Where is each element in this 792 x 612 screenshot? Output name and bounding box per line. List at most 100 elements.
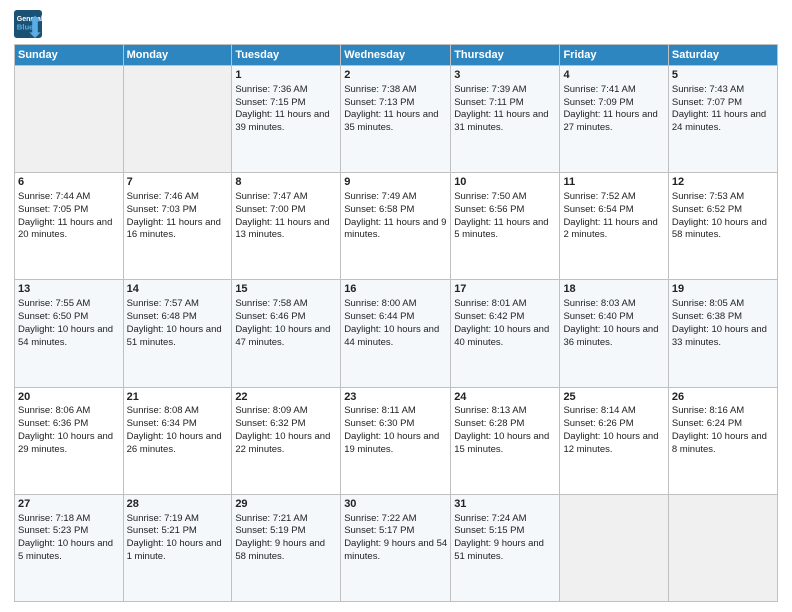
calendar-cell [560, 494, 668, 601]
calendar-cell: 10Sunrise: 7:50 AMSunset: 6:56 PMDayligh… [451, 173, 560, 280]
day-info: Daylight: 9 hours and 51 minutes. [454, 538, 556, 564]
page: General Blue SundayMondayTuesdayWednesda… [0, 0, 792, 612]
day-info: Sunset: 7:13 PM [344, 97, 447, 110]
day-info: Daylight: 10 hours and 19 minutes. [344, 431, 447, 457]
logo: General Blue [14, 10, 46, 38]
day-number: 9 [344, 175, 447, 190]
day-info: Daylight: 10 hours and 15 minutes. [454, 431, 556, 457]
day-number: 5 [672, 68, 774, 83]
day-number: 18 [563, 282, 664, 297]
day-info: Sunrise: 8:11 AM [344, 405, 447, 418]
day-info: Sunrise: 7:41 AM [563, 84, 664, 97]
day-number: 7 [127, 175, 229, 190]
day-info: Sunrise: 8:01 AM [454, 298, 556, 311]
day-info: Sunrise: 7:52 AM [563, 191, 664, 204]
day-info: Sunrise: 8:08 AM [127, 405, 229, 418]
day-info: Sunrise: 7:18 AM [18, 513, 120, 526]
day-number: 20 [18, 390, 120, 405]
day-info: Daylight: 11 hours and 35 minutes. [344, 109, 447, 135]
weekday-header-row: SundayMondayTuesdayWednesdayThursdayFrid… [15, 45, 778, 66]
day-info: Daylight: 10 hours and 36 minutes. [563, 324, 664, 350]
day-info: Sunset: 6:52 PM [672, 204, 774, 217]
day-info: Daylight: 10 hours and 1 minute. [127, 538, 229, 564]
day-info: Daylight: 11 hours and 24 minutes. [672, 109, 774, 135]
calendar-cell: 12Sunrise: 7:53 AMSunset: 6:52 PMDayligh… [668, 173, 777, 280]
day-number: 14 [127, 282, 229, 297]
day-info: Daylight: 11 hours and 9 minutes. [344, 217, 447, 243]
day-info: Sunset: 6:24 PM [672, 418, 774, 431]
day-number: 15 [235, 282, 337, 297]
weekday-header-tuesday: Tuesday [232, 45, 341, 66]
day-info: Sunset: 5:19 PM [235, 525, 337, 538]
calendar-cell: 11Sunrise: 7:52 AMSunset: 6:54 PMDayligh… [560, 173, 668, 280]
day-info: Sunset: 6:54 PM [563, 204, 664, 217]
day-number: 6 [18, 175, 120, 190]
calendar-cell: 27Sunrise: 7:18 AMSunset: 5:23 PMDayligh… [15, 494, 124, 601]
day-info: Daylight: 11 hours and 13 minutes. [235, 217, 337, 243]
calendar-cell [15, 66, 124, 173]
day-info: Daylight: 11 hours and 31 minutes. [454, 109, 556, 135]
day-info: Daylight: 10 hours and 51 minutes. [127, 324, 229, 350]
calendar-cell: 13Sunrise: 7:55 AMSunset: 6:50 PMDayligh… [15, 280, 124, 387]
day-info: Sunrise: 8:14 AM [563, 405, 664, 418]
day-info: Daylight: 10 hours and 33 minutes. [672, 324, 774, 350]
day-info: Sunrise: 7:49 AM [344, 191, 447, 204]
day-info: Sunset: 7:11 PM [454, 97, 556, 110]
calendar-cell: 2Sunrise: 7:38 AMSunset: 7:13 PMDaylight… [341, 66, 451, 173]
svg-text:Blue: Blue [17, 23, 34, 32]
day-info: Sunset: 6:50 PM [18, 311, 120, 324]
day-number: 23 [344, 390, 447, 405]
calendar-cell: 26Sunrise: 8:16 AMSunset: 6:24 PMDayligh… [668, 387, 777, 494]
day-info: Sunset: 5:23 PM [18, 525, 120, 538]
day-info: Daylight: 11 hours and 20 minutes. [18, 217, 120, 243]
calendar-cell: 30Sunrise: 7:22 AMSunset: 5:17 PMDayligh… [341, 494, 451, 601]
weekday-header-friday: Friday [560, 45, 668, 66]
day-info: Sunrise: 7:44 AM [18, 191, 120, 204]
day-info: Sunset: 7:03 PM [127, 204, 229, 217]
calendar-cell: 3Sunrise: 7:39 AMSunset: 7:11 PMDaylight… [451, 66, 560, 173]
day-info: Sunrise: 8:09 AM [235, 405, 337, 418]
day-info: Sunset: 6:46 PM [235, 311, 337, 324]
calendar-cell: 23Sunrise: 8:11 AMSunset: 6:30 PMDayligh… [341, 387, 451, 494]
day-info: Sunset: 6:44 PM [344, 311, 447, 324]
day-number: 2 [344, 68, 447, 83]
day-info: Sunset: 5:17 PM [344, 525, 447, 538]
day-number: 24 [454, 390, 556, 405]
weekday-header-wednesday: Wednesday [341, 45, 451, 66]
day-info: Sunset: 7:07 PM [672, 97, 774, 110]
day-info: Daylight: 11 hours and 16 minutes. [127, 217, 229, 243]
calendar-cell: 22Sunrise: 8:09 AMSunset: 6:32 PMDayligh… [232, 387, 341, 494]
calendar-cell: 5Sunrise: 7:43 AMSunset: 7:07 PMDaylight… [668, 66, 777, 173]
calendar-cell: 9Sunrise: 7:49 AMSunset: 6:58 PMDaylight… [341, 173, 451, 280]
day-info: Sunrise: 7:47 AM [235, 191, 337, 204]
day-info: Daylight: 10 hours and 40 minutes. [454, 324, 556, 350]
day-number: 10 [454, 175, 556, 190]
day-info: Daylight: 10 hours and 47 minutes. [235, 324, 337, 350]
calendar-cell: 28Sunrise: 7:19 AMSunset: 5:21 PMDayligh… [123, 494, 232, 601]
day-info: Sunset: 6:42 PM [454, 311, 556, 324]
calendar-cell: 18Sunrise: 8:03 AMSunset: 6:40 PMDayligh… [560, 280, 668, 387]
day-info: Daylight: 10 hours and 54 minutes. [18, 324, 120, 350]
day-info: Sunrise: 7:39 AM [454, 84, 556, 97]
calendar-cell: 24Sunrise: 8:13 AMSunset: 6:28 PMDayligh… [451, 387, 560, 494]
day-number: 27 [18, 497, 120, 512]
day-info: Daylight: 10 hours and 44 minutes. [344, 324, 447, 350]
day-number: 26 [672, 390, 774, 405]
day-info: Sunset: 5:21 PM [127, 525, 229, 538]
day-info: Sunrise: 7:22 AM [344, 513, 447, 526]
day-info: Sunset: 6:48 PM [127, 311, 229, 324]
day-number: 31 [454, 497, 556, 512]
day-info: Sunset: 7:09 PM [563, 97, 664, 110]
weekday-header-monday: Monday [123, 45, 232, 66]
day-number: 19 [672, 282, 774, 297]
day-info: Daylight: 10 hours and 22 minutes. [235, 431, 337, 457]
day-info: Sunrise: 7:46 AM [127, 191, 229, 204]
day-info: Daylight: 9 hours and 54 minutes. [344, 538, 447, 564]
day-info: Sunset: 7:05 PM [18, 204, 120, 217]
day-number: 29 [235, 497, 337, 512]
day-number: 21 [127, 390, 229, 405]
calendar-cell: 1Sunrise: 7:36 AMSunset: 7:15 PMDaylight… [232, 66, 341, 173]
calendar-cell: 31Sunrise: 7:24 AMSunset: 5:15 PMDayligh… [451, 494, 560, 601]
day-info: Sunrise: 7:57 AM [127, 298, 229, 311]
day-number: 11 [563, 175, 664, 190]
